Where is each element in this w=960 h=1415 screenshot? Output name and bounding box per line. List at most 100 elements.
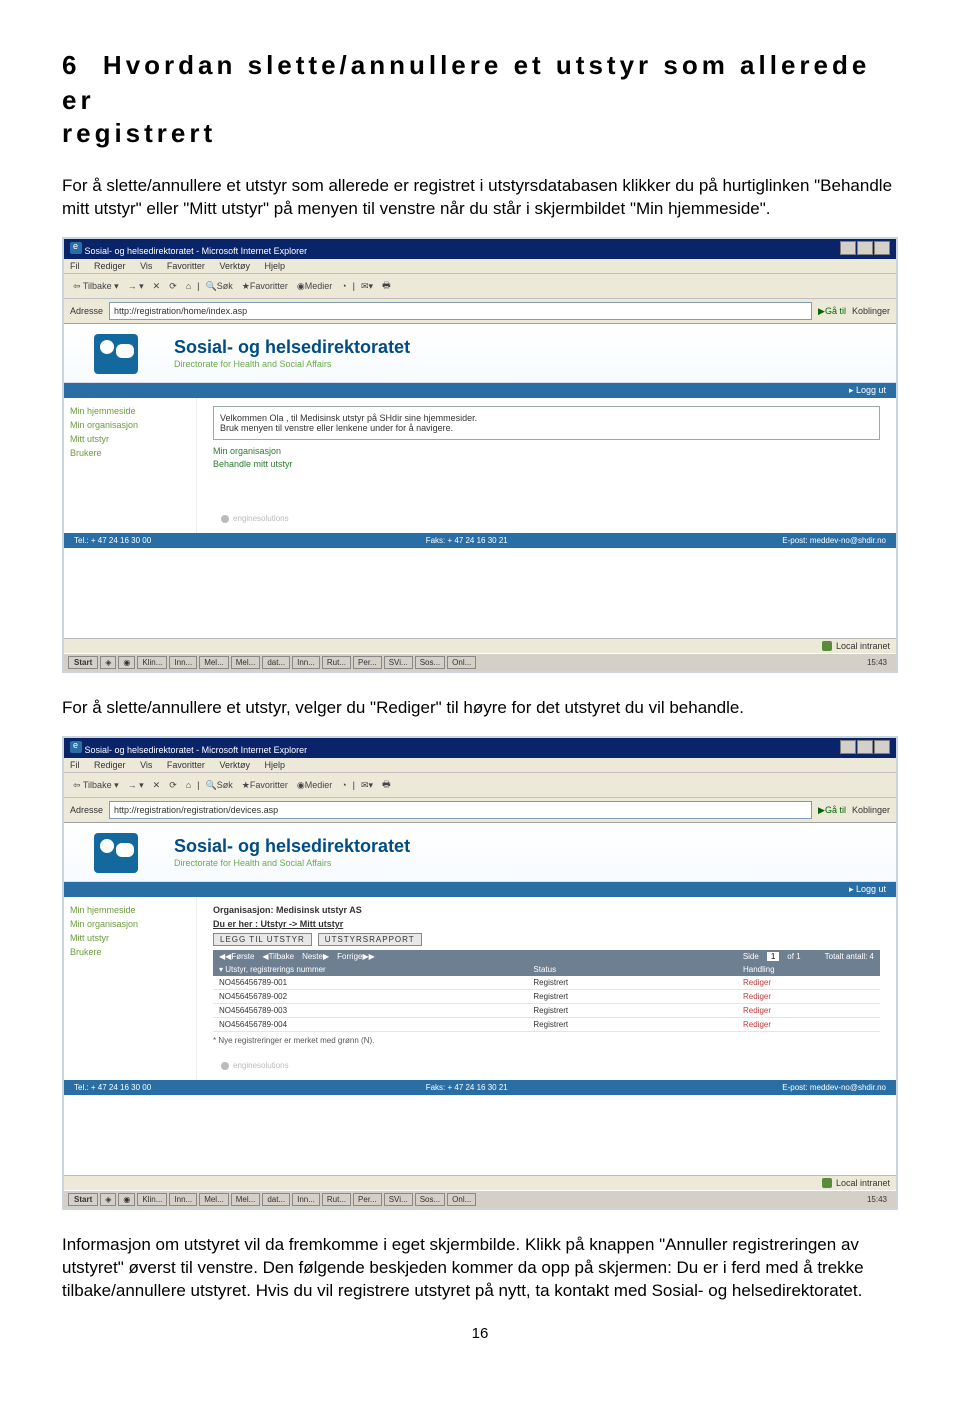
taskbar-item[interactable]: Inn...	[169, 1193, 197, 1206]
taskbar-item[interactable]: Onl...	[447, 656, 476, 669]
menu-file[interactable]: Fil	[70, 760, 80, 770]
edit-link[interactable]: Rediger	[743, 992, 874, 1001]
menu-file[interactable]: Fil	[70, 261, 80, 271]
taskbar-item[interactable]: Per...	[353, 1193, 382, 1206]
pager-page-input[interactable]: 1	[767, 952, 779, 961]
menu-edit[interactable]: Rediger	[94, 261, 126, 271]
edit-link[interactable]: Rediger	[743, 978, 874, 987]
pager-first[interactable]: ◀◀Første	[219, 952, 254, 961]
col-regnum[interactable]: ▾ Utstyr, registrerings nummer	[219, 965, 533, 974]
quick-launch[interactable]: ◈	[100, 1193, 116, 1206]
edit-link[interactable]: Rediger	[743, 1006, 874, 1015]
search-button[interactable]: 🔍Søk	[203, 280, 236, 293]
logout-link[interactable]: ▸ Logg ut	[849, 385, 886, 395]
taskbar-item[interactable]: Klin...	[137, 656, 167, 669]
col-status[interactable]: Status	[533, 965, 743, 974]
menu-view[interactable]: Vis	[140, 760, 152, 770]
taskbar-item[interactable]: Rut...	[322, 656, 351, 669]
menu-tools[interactable]: Verktøy	[219, 760, 250, 770]
menu-bar[interactable]: Fil Rediger Vis Favoritter Verktøy Hjelp	[64, 259, 896, 274]
pager-prev[interactable]: ◀Tilbake	[262, 952, 294, 961]
back-button[interactable]: ⇦ Tilbake ▾	[70, 779, 122, 792]
add-device-button[interactable]: LEGG TIL UTSTYR	[213, 933, 312, 946]
nav-home[interactable]: Min hjemmeside	[70, 406, 190, 416]
menu-help[interactable]: Hjelp	[264, 261, 285, 271]
taskbar-item[interactable]: Inn...	[292, 656, 320, 669]
favorites-button[interactable]: ★Favoritter	[239, 280, 291, 293]
taskbar-item[interactable]: dat...	[262, 1193, 290, 1206]
back-button[interactable]: ⇦ Tilbake ▾	[70, 280, 122, 293]
col-action[interactable]: Handling	[743, 965, 874, 974]
taskbar-item[interactable]: Mel...	[231, 656, 261, 669]
refresh-button[interactable]: ⟳	[166, 779, 180, 792]
nav-users[interactable]: Brukere	[70, 448, 190, 458]
menu-help[interactable]: Hjelp	[264, 760, 285, 770]
taskbar-item[interactable]: Inn...	[292, 1193, 320, 1206]
mail-button[interactable]: ✉▾	[358, 280, 376, 293]
quick-launch-2[interactable]: ◉	[118, 1193, 135, 1206]
favorites-button[interactable]: ★Favoritter	[239, 779, 291, 792]
quick-launch[interactable]: ◈	[100, 656, 116, 669]
menu-bar[interactable]: Fil Rediger Vis Favoritter Verktøy Hjelp	[64, 758, 896, 773]
taskbar-item[interactable]: Mel...	[231, 1193, 261, 1206]
taskbar-item[interactable]: SVi...	[384, 656, 413, 669]
device-report-button[interactable]: UTSTYRSRAPPORT	[318, 933, 422, 946]
edit-link[interactable]: Rediger	[743, 1020, 874, 1029]
taskbar-item[interactable]: Mel...	[199, 656, 229, 669]
taskbar-item[interactable]: Klin...	[137, 1193, 167, 1206]
pager-last[interactable]: Forrige▶▶	[337, 952, 375, 961]
link-my-org[interactable]: Min organisasjon	[213, 446, 880, 456]
nav-utstyr[interactable]: Mitt utstyr	[70, 434, 190, 444]
mail-button[interactable]: ✉▾	[358, 779, 376, 792]
refresh-button[interactable]: ⟳	[166, 280, 180, 293]
toolbar[interactable]: ⇦ Tilbake ▾ → ▾ ✕ ⟳ ⌂ | 🔍Søk ★Favoritter…	[64, 773, 896, 798]
start-button[interactable]: Start	[68, 656, 98, 669]
url-input[interactable]: http://registration/registration/devices…	[109, 801, 812, 819]
menu-favorites[interactable]: Favoritter	[167, 760, 205, 770]
home-button[interactable]: ⌂	[183, 779, 194, 791]
menu-tools[interactable]: Verktøy	[219, 261, 250, 271]
forward-button[interactable]: → ▾	[125, 779, 147, 792]
home-button[interactable]: ⌂	[183, 280, 194, 292]
taskbar-item[interactable]: SVi...	[384, 1193, 413, 1206]
taskbar-item[interactable]: dat...	[262, 656, 290, 669]
taskbar-item[interactable]: Inn...	[169, 656, 197, 669]
toolbar[interactable]: ⇦ Tilbake ▾ → ▾ ✕ ⟳ ⌂ | 🔍Søk ★Favoritter…	[64, 274, 896, 299]
taskbar-item[interactable]: Per...	[353, 656, 382, 669]
history-button[interactable]: ◔	[338, 280, 349, 292]
stop-button[interactable]: ✕	[150, 280, 164, 293]
nav-home[interactable]: Min hjemmeside	[70, 905, 190, 915]
forward-button[interactable]: → ▾	[125, 280, 147, 293]
media-button[interactable]: ◉Medier	[294, 280, 335, 293]
nav-org[interactable]: Min organisasjon	[70, 420, 190, 430]
menu-edit[interactable]: Rediger	[94, 760, 126, 770]
quick-launch-2[interactable]: ◉	[118, 656, 135, 669]
media-button[interactable]: ◉Medier	[294, 779, 335, 792]
nav-users[interactable]: Brukere	[70, 947, 190, 957]
menu-favorites[interactable]: Favoritter	[167, 261, 205, 271]
taskbar-item[interactable]: Rut...	[322, 1193, 351, 1206]
window-buttons[interactable]	[839, 740, 890, 756]
print-button[interactable]: 🖶	[379, 277, 394, 295]
links-label[interactable]: Koblinger	[852, 805, 890, 815]
print-button[interactable]: 🖶	[379, 776, 394, 794]
history-button[interactable]: ◔	[338, 779, 349, 791]
url-input[interactable]: http://registration/home/index.asp	[109, 302, 812, 320]
stop-button[interactable]: ✕	[150, 779, 164, 792]
taskbar-item[interactable]: Sos...	[415, 1193, 445, 1206]
start-button[interactable]: Start	[68, 1193, 98, 1206]
window-buttons[interactable]	[839, 241, 890, 257]
go-button[interactable]: ▶Gå til	[818, 805, 846, 816]
logout-link[interactable]: ▸ Logg ut	[849, 884, 886, 894]
link-handle-utstyr[interactable]: Behandle mitt utstyr	[213, 459, 880, 469]
go-button[interactable]: ▶Gå til	[818, 306, 846, 317]
links-label[interactable]: Koblinger	[852, 306, 890, 316]
nav-utstyr[interactable]: Mitt utstyr	[70, 933, 190, 943]
taskbar-item[interactable]: Onl...	[447, 1193, 476, 1206]
taskbar-item[interactable]: Sos...	[415, 656, 445, 669]
menu-view[interactable]: Vis	[140, 261, 152, 271]
search-button[interactable]: 🔍Søk	[203, 779, 236, 792]
pager-next[interactable]: Neste▶	[302, 952, 329, 961]
nav-org[interactable]: Min organisasjon	[70, 919, 190, 929]
taskbar-item[interactable]: Mel...	[199, 1193, 229, 1206]
